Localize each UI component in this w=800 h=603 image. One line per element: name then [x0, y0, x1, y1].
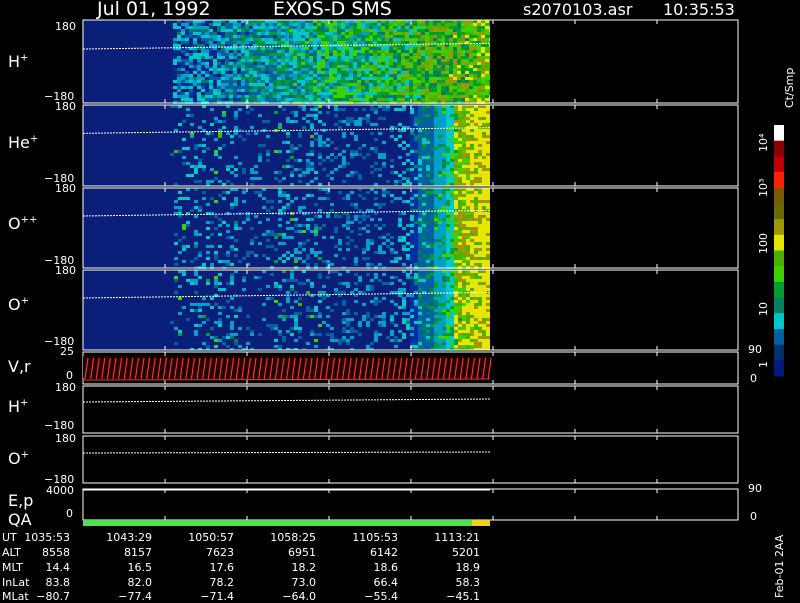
qa-bar-warning: [472, 520, 490, 526]
footer-value-mlat-4: −55.4: [338, 590, 398, 603]
footer-value-inlat-3: 73.0: [256, 576, 316, 589]
opp-ytick-top: 180: [55, 182, 76, 195]
colorbar-seg-12: [774, 313, 784, 329]
panel-label-vr: V,r: [8, 357, 31, 376]
footer-value-inlat-4: 66.4: [338, 576, 398, 589]
colorbar-seg-9: [774, 266, 784, 282]
qa-bar-good: [83, 520, 472, 526]
colorbar-seg-4: [774, 188, 784, 204]
footer-value-inlat-0: 83.8: [10, 576, 70, 589]
panel-label-h-line: H+: [8, 397, 28, 416]
ep-right-bottom: 0: [750, 510, 757, 523]
colorbar-label-1e4: 10⁴: [757, 134, 770, 152]
panel-label-o-line: O+: [8, 449, 29, 468]
he-ytick-top: 180: [55, 100, 76, 113]
footer-value-ut-4: 1105:53: [338, 531, 398, 544]
footer-value-inlat-1: 82.0: [92, 576, 152, 589]
hline-ytick-bottom: −180: [44, 419, 74, 432]
footer-value-mlat-0: −80.7: [10, 590, 70, 603]
footer-value-alt-2: 7623: [174, 546, 234, 559]
footer-value-ut-1: 1043:29: [92, 531, 152, 544]
colorbar-seg-2: [774, 156, 784, 172]
footer-value-alt-0: 8558: [10, 546, 70, 559]
footer-value-mlat-5: −45.1: [420, 590, 480, 603]
colorbar-seg-11: [774, 298, 784, 314]
colorbar-label-1: 1: [757, 361, 770, 368]
colorbar-seg-6: [774, 219, 784, 235]
panel-label-o-plus-plus: O++: [8, 214, 37, 233]
footer-value-mlat-1: −77.4: [92, 590, 152, 603]
footer-value-mlt-0: 14.4: [10, 561, 70, 574]
footer-value-inlat-2: 78.2: [174, 576, 234, 589]
footer-value-mlt-3: 18.2: [256, 561, 316, 574]
ep-ytick-top: 4000: [46, 484, 74, 497]
footer-value-mlt-1: 16.5: [92, 561, 152, 574]
panel-label-o-plus: O+: [8, 295, 29, 314]
ep-right-top: 90: [748, 482, 762, 495]
colorbar-label-1e3: 10³: [757, 179, 770, 197]
colorbar-seg-1: [774, 141, 784, 157]
footer-value-mlat-3: −64.0: [256, 590, 316, 603]
footer-value-mlt-4: 18.6: [338, 561, 398, 574]
footer-value-ut-5: 1113:21: [420, 531, 480, 544]
spectrogram-figure: [0, 0, 800, 600]
colorbar-seg-10: [774, 282, 784, 298]
h-line-frame: [83, 386, 738, 433]
h-line-trace: [83, 399, 490, 402]
ep-ytick-zero: 0: [66, 507, 73, 520]
colorbar-seg-3: [774, 172, 784, 188]
side-note: Feb-01 2AA: [773, 535, 786, 598]
footer-value-alt-4: 6142: [338, 546, 398, 559]
colorbar-seg-0: [774, 125, 784, 141]
panel-label-he: He+: [8, 133, 38, 152]
footer-value-ut-0: 1035:53: [10, 531, 70, 544]
colorbar-unit: Ct/Smp: [783, 68, 796, 108]
footer-value-mlt-5: 18.9: [420, 561, 480, 574]
footer-value-alt-3: 6951: [256, 546, 316, 559]
colorbar-seg-7: [774, 235, 784, 251]
panel-label-ep: E,p: [8, 491, 33, 510]
op-ytick-top: 180: [55, 264, 76, 277]
footer-value-inlat-5: 58.3: [420, 576, 480, 589]
h-ytick-top: 180: [55, 20, 76, 33]
footer-value-alt-5: 5201: [420, 546, 480, 559]
hline-ytick-top: 180: [55, 381, 76, 394]
colorbar-seg-5: [774, 203, 784, 219]
panel-label-qa: QA: [8, 510, 32, 529]
colorbar-seg-13: [774, 329, 784, 345]
o-line-frame: [83, 436, 738, 483]
colorbar-label-100: 100: [757, 233, 770, 254]
oline-ytick-top: 180: [55, 432, 76, 445]
footer-value-ut-3: 1058:25: [256, 531, 316, 544]
footer-value-alt-1: 8157: [92, 546, 152, 559]
footer-value-mlat-2: −71.4: [174, 590, 234, 603]
ep-frame: [83, 489, 738, 520]
panel-label-h: H+: [8, 52, 28, 71]
vr-ytick-top: 25: [60, 345, 74, 358]
vr-red-baseline: [83, 379, 490, 380]
colorbar-seg-15: [774, 360, 784, 376]
o-line-trace: [83, 452, 490, 453]
vr-right-bottom: 0: [750, 372, 757, 385]
footer-value-mlt-2: 17.6: [174, 561, 234, 574]
vr-right-top: 90: [748, 343, 762, 356]
colorbar-seg-14: [774, 345, 784, 361]
footer-value-ut-2: 1050:57: [174, 531, 234, 544]
colorbar-label-10: 10: [757, 302, 770, 316]
colorbar-seg-8: [774, 251, 784, 267]
